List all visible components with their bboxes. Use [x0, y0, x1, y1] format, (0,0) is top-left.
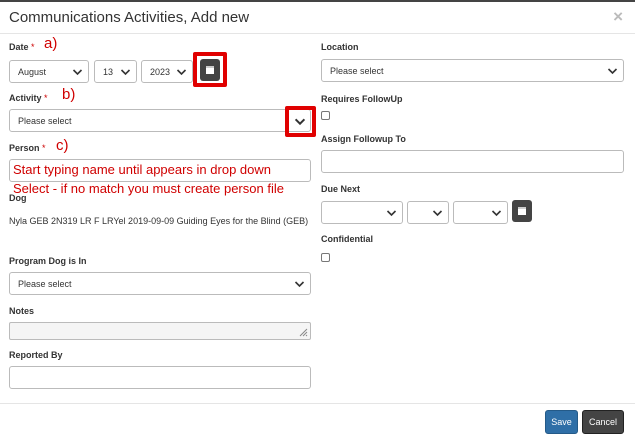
required-marker: *: [31, 42, 35, 52]
chevron-down-icon: [72, 69, 83, 76]
program-dog-value: Please select: [18, 279, 72, 289]
chevron-down-icon: [176, 69, 187, 76]
calendar-icon: [206, 66, 214, 74]
person-label: Person *: [9, 143, 46, 153]
assign-followup-label: Assign Followup To: [321, 134, 406, 144]
date-month-select[interactable]: August: [9, 60, 89, 83]
person-input-text: Start typing name until appears in drop …: [13, 162, 271, 177]
date-calendar-button[interactable]: [200, 59, 220, 81]
due-next-day-select[interactable]: [407, 201, 449, 224]
due-next-label: Due Next: [321, 184, 361, 194]
requires-followup-checkbox[interactable]: [321, 111, 330, 120]
reported-by-label: Reported By: [9, 350, 63, 360]
date-label-text: Date: [9, 42, 29, 52]
activity-value: Please select: [18, 116, 72, 126]
chevron-down-icon: [386, 210, 397, 217]
activity-select[interactable]: Please select: [9, 109, 311, 132]
date-year-value: 2023: [150, 67, 171, 77]
annotation-c: c): [56, 137, 69, 154]
dog-value: Nyla GEB 2N319 LR F LRYel 2019-09-09 Gui…: [9, 216, 309, 226]
required-marker: *: [44, 93, 48, 103]
date-month-value: August: [18, 67, 47, 77]
required-marker: *: [42, 143, 46, 153]
reported-by-input[interactable]: [9, 366, 311, 389]
date-label: Date *: [9, 42, 35, 52]
assign-followup-input[interactable]: [321, 150, 624, 173]
program-dog-label: Program Dog is In: [9, 256, 87, 266]
activity-label: Activity *: [9, 93, 48, 103]
person-label-text: Person: [9, 143, 40, 153]
location-select[interactable]: Please select: [321, 59, 624, 82]
chevron-down-icon[interactable]: [294, 116, 306, 127]
save-button[interactable]: Save: [545, 410, 578, 434]
dialog-title: Communications Activities, Add new: [9, 9, 250, 26]
due-next-year-select[interactable]: [453, 201, 508, 224]
chevron-down-icon: [294, 281, 305, 288]
confidential-label: Confidential: [321, 234, 373, 244]
confidential-checkbox[interactable]: [321, 253, 330, 262]
chevron-down-icon: [607, 68, 618, 75]
resize-handle-icon[interactable]: [299, 328, 308, 337]
date-day-select[interactable]: 13: [94, 60, 137, 83]
dialog-footer-divider: [0, 403, 635, 404]
due-next-month-select[interactable]: [321, 201, 403, 224]
location-value: Please select: [330, 66, 384, 76]
program-dog-select[interactable]: Please select: [9, 272, 311, 295]
requires-followup-label: Requires FollowUp: [321, 94, 403, 104]
date-day-value: 13: [103, 67, 114, 77]
chevron-down-icon: [120, 69, 131, 76]
due-next-calendar-button[interactable]: [512, 200, 532, 222]
annotation-a: a): [44, 35, 58, 52]
chevron-down-icon: [491, 210, 502, 217]
dog-label: Dog: [9, 193, 27, 203]
activity-label-text: Activity: [9, 93, 42, 103]
location-label: Location: [321, 42, 359, 52]
notes-label: Notes: [9, 306, 35, 316]
annotation-b: b): [62, 86, 76, 103]
chevron-down-icon: [432, 210, 443, 217]
dialog-header: Communications Activities, Add new ×: [0, 2, 635, 34]
date-year-select[interactable]: 2023: [141, 60, 193, 83]
person-help-note: Select - if no match you must create per…: [13, 181, 284, 196]
cancel-button[interactable]: Cancel: [582, 410, 624, 434]
close-icon[interactable]: ×: [613, 7, 623, 27]
notes-textarea[interactable]: [9, 322, 311, 340]
calendar-icon: [518, 207, 526, 215]
